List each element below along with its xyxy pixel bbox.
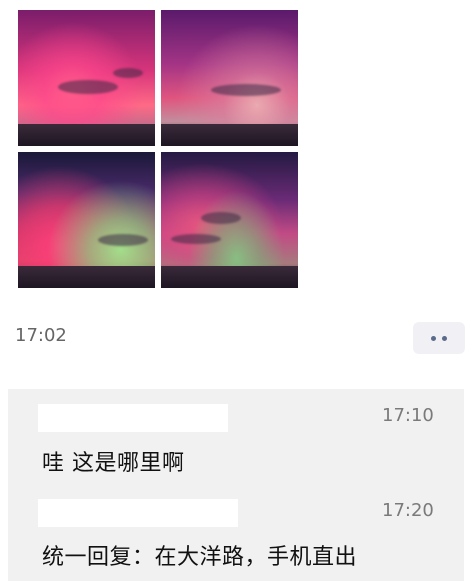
aurora-photo[interactable]: [18, 10, 155, 146]
comment-text[interactable]: 哇 这是哪里啊: [42, 445, 185, 477]
comment-time: 17:10: [382, 405, 434, 426]
more-dots-icon: [431, 335, 436, 341]
comment-text[interactable]: 统一回复：在大洋路，手机直出: [42, 539, 357, 571]
post-time: 17:02: [15, 325, 67, 346]
more-button[interactable]: [413, 322, 465, 354]
photo-grid: [18, 10, 298, 288]
aurora-photo[interactable]: [18, 152, 155, 288]
redacted-name: [38, 404, 228, 432]
redacted-name: [38, 499, 238, 527]
comment-section: 17:10 哇 这是哪里啊 17:20 统一回复：在大洋路，手机直出: [8, 389, 464, 581]
comment-time: 17:20: [382, 500, 434, 521]
aurora-photo[interactable]: [161, 10, 298, 146]
aurora-photo[interactable]: [161, 152, 298, 288]
more-dots-icon: [442, 335, 447, 341]
